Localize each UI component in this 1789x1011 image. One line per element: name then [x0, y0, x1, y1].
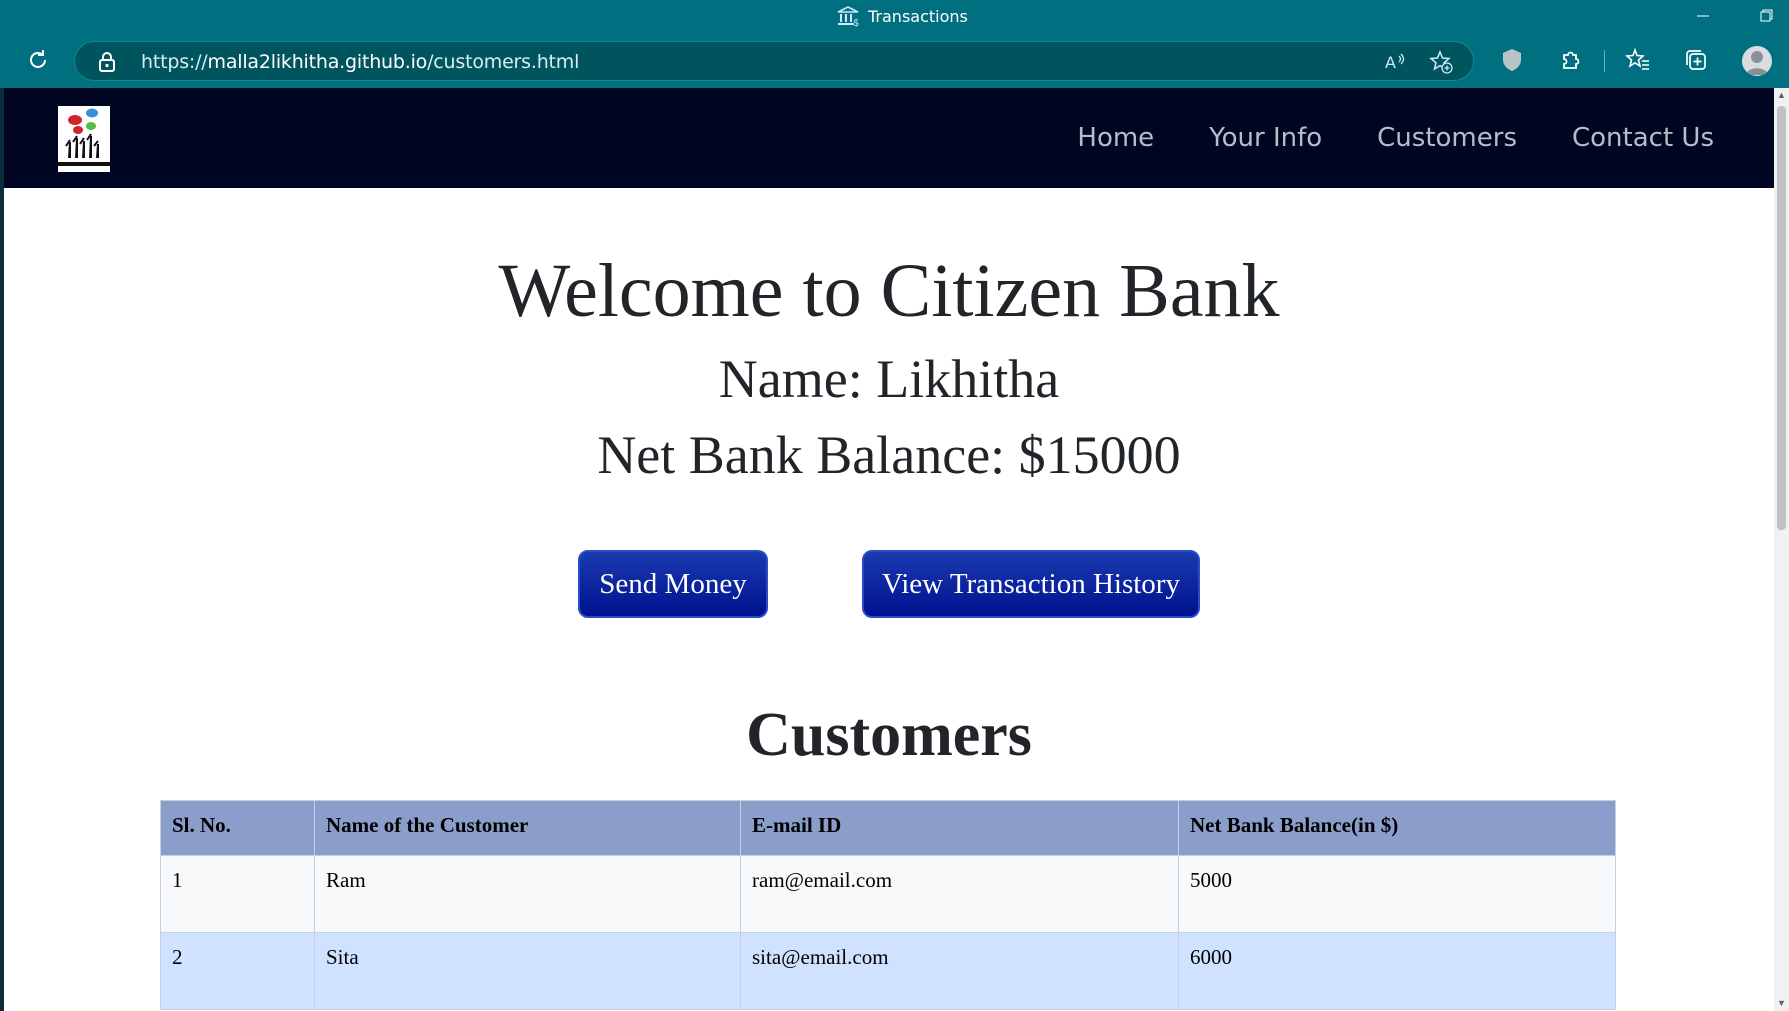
header-balance: Net Bank Balance(in $)	[1178, 800, 1616, 856]
table-header-row: Sl. No. Name of the Customer E-mail ID N…	[160, 800, 1616, 856]
cell-balance: 6000	[1178, 932, 1616, 1010]
view-transaction-history-button[interactable]: View Transaction History	[862, 550, 1200, 618]
url-path: /customers.html	[427, 51, 580, 73]
site-navbar: Home Your Info Customers Contact Us	[4, 88, 1774, 188]
restore-button[interactable]	[1743, 0, 1789, 32]
scroll-up-icon[interactable]: ▲	[1776, 90, 1787, 100]
user-name: Name: Likhitha	[718, 349, 1060, 409]
table-row[interactable]: 1 Ram ram@email.com 5000	[160, 855, 1616, 933]
tab-title-area: $ Transactions	[836, 3, 968, 29]
collections-icon[interactable]	[1682, 46, 1710, 74]
browser-toolbar: https://malla2likhitha.github.io/custome…	[0, 32, 1789, 88]
url-host: malla2likhitha.github.io	[207, 51, 428, 73]
shield-icon[interactable]	[1498, 46, 1526, 74]
header-sl-no: Sl. No.	[160, 800, 315, 856]
profile-button[interactable]	[1742, 46, 1772, 76]
minimize-icon	[1697, 15, 1709, 17]
send-money-button[interactable]: Send Money	[578, 550, 768, 618]
lock-icon[interactable]	[97, 51, 117, 73]
browser-titlebar: $ Transactions	[0, 0, 1789, 32]
web-page: Home Your Info Customers Contact Us Welc…	[0, 88, 1789, 1011]
logo-image	[58, 108, 110, 166]
reload-icon	[30, 50, 46, 68]
customers-table: Sl. No. Name of the Customer E-mail ID N…	[160, 800, 1616, 1010]
address-bar[interactable]: https://malla2likhitha.github.io/custome…	[74, 41, 1474, 81]
svg-text:A: A	[1385, 53, 1396, 72]
nav-contact-us[interactable]: Contact Us	[1572, 123, 1714, 153]
table-row[interactable]: 2 Sita sita@email.com 6000	[160, 932, 1616, 1010]
favorites-icon[interactable]	[1624, 46, 1652, 74]
net-balance: Net Bank Balance: $15000	[597, 425, 1181, 485]
welcome-heading: Welcome to Citizen Bank	[498, 249, 1280, 333]
main-content: Welcome to Citizen Bank Name: Likhitha N…	[4, 188, 1774, 1011]
reload-button[interactable]	[22, 44, 54, 76]
toolbar-divider	[1604, 50, 1605, 72]
add-favorite-icon[interactable]	[1429, 50, 1453, 74]
scroll-down-icon[interactable]: ▼	[1776, 998, 1787, 1008]
url-text[interactable]: https://malla2likhitha.github.io/custome…	[141, 51, 579, 73]
customers-heading: Customers	[746, 701, 1032, 769]
url-prefix: https://	[141, 51, 208, 73]
profile-icon	[1746, 51, 1768, 75]
cell-customer-name: Sita	[314, 932, 741, 1010]
nav-home[interactable]: Home	[1077, 123, 1154, 153]
header-customer-name: Name of the Customer	[314, 800, 741, 856]
nav-your-info[interactable]: Your Info	[1209, 123, 1322, 153]
header-email: E-mail ID	[740, 800, 1179, 856]
restore-icon	[1760, 9, 1773, 22]
cell-customer-name: Ram	[314, 855, 741, 933]
cell-sl-no: 1	[160, 855, 315, 933]
nav-links: Home Your Info Customers Contact Us	[1077, 88, 1714, 188]
cell-email: sita@email.com	[740, 932, 1179, 1010]
svg-text:$: $	[853, 18, 859, 27]
site-logo[interactable]	[58, 106, 110, 172]
page-scrollbar[interactable]: ▲ ▼	[1774, 88, 1789, 1011]
bank-icon: $	[837, 6, 859, 27]
nav-customers[interactable]: Customers	[1377, 123, 1517, 153]
extensions-icon[interactable]	[1556, 46, 1584, 74]
scrollbar-thumb[interactable]	[1777, 106, 1786, 530]
read-aloud-icon[interactable]: A	[1383, 50, 1407, 74]
minimize-button[interactable]	[1680, 0, 1726, 32]
tab-title: Transactions	[868, 6, 968, 26]
cell-email: ram@email.com	[740, 855, 1179, 933]
cell-balance: 5000	[1178, 855, 1616, 933]
cell-sl-no: 2	[160, 932, 315, 1010]
